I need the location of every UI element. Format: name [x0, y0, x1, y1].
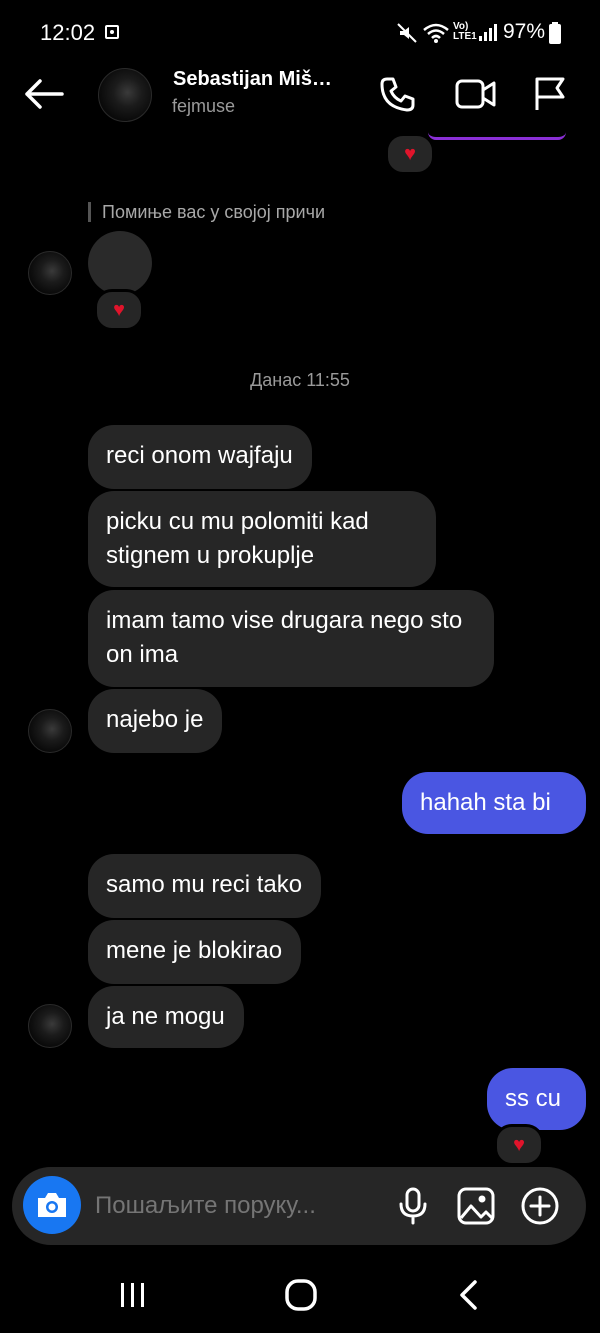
incoming-message[interactable]: ja ne mogu [88, 986, 244, 1048]
chat-header: Sebastijan Miš… fejmuse [0, 64, 600, 134]
story-thumbnail[interactable] [88, 231, 152, 295]
reaction-badge[interactable]: ♥ [494, 1124, 544, 1166]
screenshot-notification-icon [105, 25, 119, 39]
contact-username[interactable]: fejmuse [172, 96, 235, 117]
wifi-icon [423, 23, 449, 43]
camera-button[interactable] [23, 1176, 81, 1234]
heart-reaction-icon: ♥ [404, 142, 416, 165]
sender-avatar[interactable] [28, 251, 72, 295]
recent-apps-icon[interactable] [118, 1280, 148, 1310]
gallery-icon[interactable] [457, 1187, 495, 1225]
nav-back-icon[interactable] [456, 1278, 482, 1312]
microphone-icon[interactable] [398, 1187, 428, 1225]
battery-icon [549, 22, 561, 44]
contact-name[interactable]: Sebastijan Miš… [173, 68, 332, 91]
mute-icon [397, 23, 417, 43]
reaction-badge[interactable]: ♥ [94, 289, 144, 331]
video-call-icon[interactable] [455, 78, 497, 110]
incoming-message[interactable]: reci onom wajfaju [88, 425, 312, 489]
heart-reaction-icon: ♥ [113, 298, 125, 321]
status-clock: 12:02 [40, 20, 96, 45]
previous-story-preview-edge [428, 131, 566, 140]
phone-call-icon[interactable] [378, 76, 416, 114]
sender-avatar[interactable] [28, 1004, 72, 1048]
outgoing-message[interactable]: hahah sta bi [402, 772, 586, 834]
incoming-message[interactable]: picku cu mu polomiti kad stignem u proku… [88, 491, 436, 587]
contact-avatar[interactable] [98, 68, 152, 122]
status-bar: 12:02 Vo) LTE1 97% [0, 0, 600, 64]
camera-icon [38, 1193, 66, 1217]
reaction-badge[interactable]: ♥ [385, 133, 435, 175]
incoming-message[interactable]: najebo je [88, 689, 223, 753]
sender-avatar[interactable] [28, 709, 72, 753]
message-input[interactable] [95, 1184, 375, 1228]
story-mention-label: Помиње вас у својој причи [102, 202, 326, 222]
incoming-message[interactable]: imam tamo vise drugara nego sto on ima [88, 590, 494, 687]
signal-icon [479, 24, 497, 41]
back-arrow-icon[interactable] [22, 78, 64, 110]
volte-indicator: Vo) LTE1 [453, 21, 477, 42]
battery-percentage: 97% [503, 20, 546, 43]
flag-report-icon[interactable] [533, 76, 567, 112]
add-plus-icon[interactable] [520, 1186, 560, 1226]
incoming-message[interactable]: mene je blokirao [88, 920, 302, 984]
outgoing-message[interactable]: ss cu [487, 1068, 586, 1130]
home-icon[interactable] [284, 1278, 318, 1312]
quote-bar [88, 202, 91, 222]
incoming-message[interactable]: samo mu reci tako [88, 854, 322, 918]
chat-timestamp: Данас 11:55 [250, 370, 350, 390]
heart-reaction-icon: ♥ [513, 1133, 525, 1156]
